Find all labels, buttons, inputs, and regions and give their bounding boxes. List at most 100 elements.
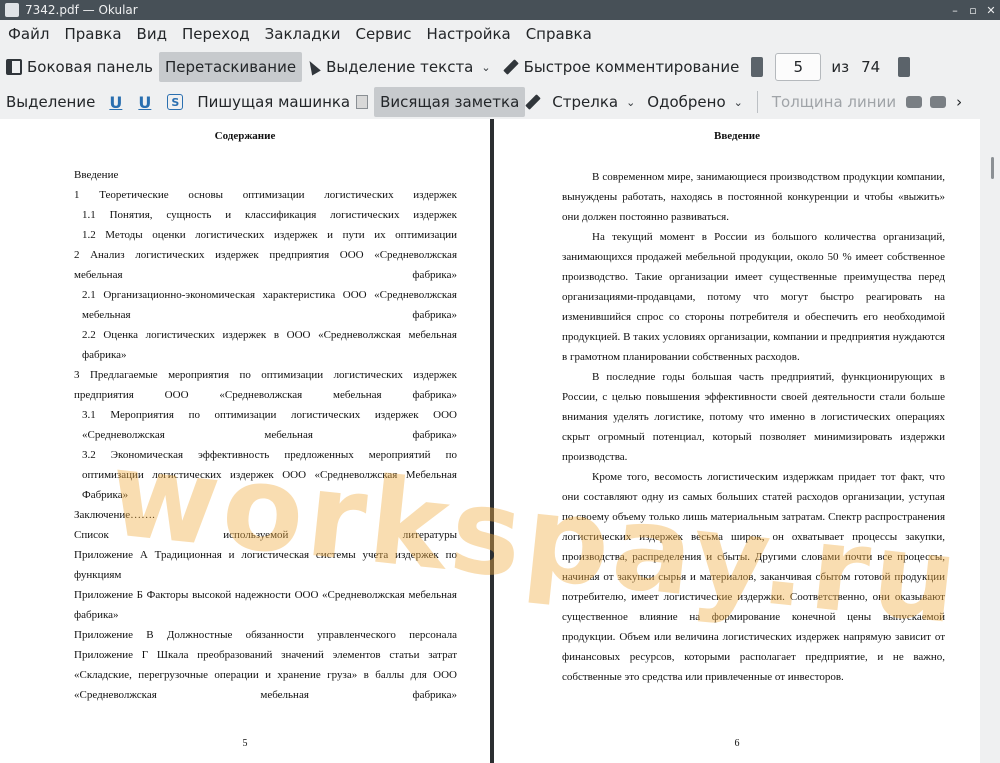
toc-entry-title: 1.2 Методы оценки логистических издержек… xyxy=(82,229,457,241)
page-number-value: 5 xyxy=(793,58,804,76)
opacity-tool-icon[interactable] xyxy=(930,96,947,108)
toc-entry-title: Приложение Г Шкала преобразований значен… xyxy=(74,649,457,701)
underline-icon[interactable]: U xyxy=(109,93,122,112)
toc-entry-title: 3.1 Мероприятия по оптимизации логистиче… xyxy=(82,409,457,441)
annotation-toolbar: Выделение U U S Пишущая машинка Висящая … xyxy=(0,85,1000,119)
hanging-note-button[interactable]: Висящая заметка xyxy=(374,87,526,117)
chevron-down-icon[interactable]: ⌄ xyxy=(481,61,490,74)
toc-entry-title: Приложение В Должностные обязанности упр… xyxy=(74,629,457,641)
selection-tool-button[interactable]: Выделение xyxy=(0,87,101,117)
toc-entry[interactable]: 1.2 Методы оценки логистических издержек… xyxy=(74,225,457,245)
line-width-label: Толщина линии xyxy=(771,93,897,111)
table-of-contents: Введение ...............................… xyxy=(74,165,457,705)
next-page-button[interactable] xyxy=(898,57,911,77)
quick-comment-label: Быстрое комментирование xyxy=(523,58,740,76)
toc-entry[interactable]: 3 Предлагаемые мероприятия по оптимизаци… xyxy=(74,365,457,405)
text-selection-button[interactable]: Выделение текста ⌄ xyxy=(302,52,497,82)
stamp-button[interactable]: Одобрено ⌄ xyxy=(641,87,749,117)
toc-entry-line: Приложение Б Факторы высокой надежности … xyxy=(74,585,457,625)
menu-tools[interactable]: Сервис xyxy=(355,25,411,43)
toc-entry[interactable]: Приложение В Должностные обязанности упр… xyxy=(74,625,457,645)
toc-entry-line: Приложение А Традиционная и логистическа… xyxy=(74,545,457,585)
pen-icon xyxy=(502,59,519,75)
window-titlebar: 7342.pdf — Okular – ▫ ✕ xyxy=(0,0,1000,20)
toolbar-separator xyxy=(756,91,758,113)
page-of-label: из xyxy=(831,58,850,76)
strikeout-icon[interactable]: S xyxy=(167,94,184,110)
arrow-tool-button[interactable]: Стрелка ⌄ xyxy=(546,87,641,117)
toc-entry-title: 2 Анализ логистических издержек предприя… xyxy=(74,249,457,281)
paragraph: В последние годы большая часть предприят… xyxy=(562,371,945,463)
toc-entry-title: Приложение Б Факторы высокой надежности … xyxy=(74,589,457,621)
toc-entry[interactable]: Введение ...............................… xyxy=(74,165,457,185)
toc-entry[interactable]: Заключение……. ..........................… xyxy=(74,505,457,525)
toc-entry[interactable]: 2 Анализ логистических издержек предприя… xyxy=(74,245,457,285)
page-number-footer: 6 xyxy=(734,738,740,749)
toc-entry[interactable]: 2.1 Организационно-экономическая характе… xyxy=(74,285,457,325)
toc-entry-line: 2.1 Организационно-экономическая характе… xyxy=(82,285,457,325)
toc-entry-line: 2 Анализ логистических издержек предприя… xyxy=(74,245,457,285)
menu-go[interactable]: Переход xyxy=(182,25,250,43)
menu-help[interactable]: Справка xyxy=(526,25,592,43)
toc-entry-title: 2.2 Оценка логистических издержек в ООО … xyxy=(82,329,457,361)
toc-entry[interactable]: 3.2 Экономическая эффективность предложе… xyxy=(74,445,457,505)
toc-entry-title: Приложение А Традиционная и логистическа… xyxy=(74,549,457,581)
menu-bookmarks[interactable]: Закладки xyxy=(265,25,341,43)
toc-entry[interactable]: 1.1 Понятия, сущность и классификация ло… xyxy=(74,205,457,225)
toc-entry-line: 3.2 Экономическая эффективность предложе… xyxy=(82,445,457,505)
toc-entry[interactable]: 2.2 Оценка логистических издержек в ООО … xyxy=(74,325,457,365)
document-viewport[interactable]: Содержание Введение ....................… xyxy=(0,119,1000,763)
typewriter-label: Пишущая машинка xyxy=(197,93,351,111)
cursor-icon xyxy=(305,58,321,76)
toc-entry-line: 1.2 Методы оценки логистических издержек… xyxy=(82,225,457,245)
scrollbar-thumb[interactable] xyxy=(991,157,994,179)
page-number-input[interactable]: 5 xyxy=(775,53,822,81)
toc-entry[interactable]: Приложение Б Факторы высокой надежности … xyxy=(74,585,457,625)
freehand-pen-icon[interactable] xyxy=(525,94,542,110)
page-5: Содержание Введение ....................… xyxy=(0,119,490,763)
toc-entry-title: Введение xyxy=(74,169,119,181)
paragraph: В современном мире, занимающиеся произво… xyxy=(562,171,945,223)
line-width-button[interactable]: Толщина линии xyxy=(766,87,902,117)
chevron-down-icon[interactable]: ⌄ xyxy=(626,96,635,109)
toc-entry[interactable]: 1 Теоретические основы оптимизации логис… xyxy=(74,185,457,205)
sidebar-button[interactable]: Боковая панель xyxy=(0,52,159,82)
menu-bar: Файл Правка Вид Переход Закладки Сервис … xyxy=(0,20,1000,48)
toc-entry-line: Приложение Г Шкала преобразований значен… xyxy=(74,645,457,705)
toc-heading: Содержание xyxy=(214,130,276,142)
previous-page-button[interactable] xyxy=(751,57,764,77)
typewriter-button[interactable]: Пишущая машинка xyxy=(191,87,356,117)
sidebar-icon xyxy=(6,59,22,75)
vertical-scrollbar[interactable] xyxy=(988,119,1000,763)
maximize-icon[interactable]: ▫ xyxy=(964,4,982,17)
drag-mode-label: Перетаскивание xyxy=(165,58,297,76)
quick-comment-button[interactable]: Быстрое комментирование xyxy=(497,52,746,82)
paragraph: На текущий момент в России из большого к… xyxy=(562,231,945,363)
toc-entry-title: 3.2 Экономическая эффективность предложе… xyxy=(82,449,457,501)
more-tools-icon[interactable]: › xyxy=(950,87,968,117)
close-icon[interactable]: ✕ xyxy=(982,4,1000,17)
chevron-down-icon[interactable]: ⌄ xyxy=(734,96,743,109)
toc-entry-title: Список используемой литературы xyxy=(74,529,457,541)
note-icon[interactable] xyxy=(356,95,369,109)
menu-view[interactable]: Вид xyxy=(137,25,167,43)
toc-entry[interactable]: Приложение А Традиционная и логистическа… xyxy=(74,545,457,585)
menu-edit[interactable]: Правка xyxy=(64,25,121,43)
toc-entry[interactable]: Приложение Г Шкала преобразований значен… xyxy=(74,645,457,705)
menu-file[interactable]: Файл xyxy=(8,25,49,43)
toc-entry[interactable]: 3.1 Мероприятия по оптимизации логистиче… xyxy=(74,405,457,445)
toc-entry-line: 3.1 Мероприятия по оптимизации логистиче… xyxy=(82,405,457,445)
drag-mode-button[interactable]: Перетаскивание xyxy=(159,52,303,82)
toc-entry-line: Список используемой литературы .........… xyxy=(74,525,457,545)
intro-text: В современном мире, занимающиеся произво… xyxy=(562,167,945,687)
main-toolbar: Боковая панель Перетаскивание Выделение … xyxy=(0,50,1000,84)
squiggly-underline-icon[interactable]: U xyxy=(138,93,151,112)
toc-entry[interactable]: Список используемой литературы .........… xyxy=(74,525,457,545)
minimize-icon[interactable]: – xyxy=(946,4,964,17)
menu-settings[interactable]: Настройка xyxy=(427,25,511,43)
window-title: 7342.pdf — Okular xyxy=(25,3,138,17)
toc-entry-line: Введение ...............................… xyxy=(74,165,457,185)
color-tool-icon[interactable] xyxy=(906,96,923,108)
page-total-label: 74 xyxy=(861,58,881,76)
toc-entry-title: Заключение……. xyxy=(74,509,155,521)
